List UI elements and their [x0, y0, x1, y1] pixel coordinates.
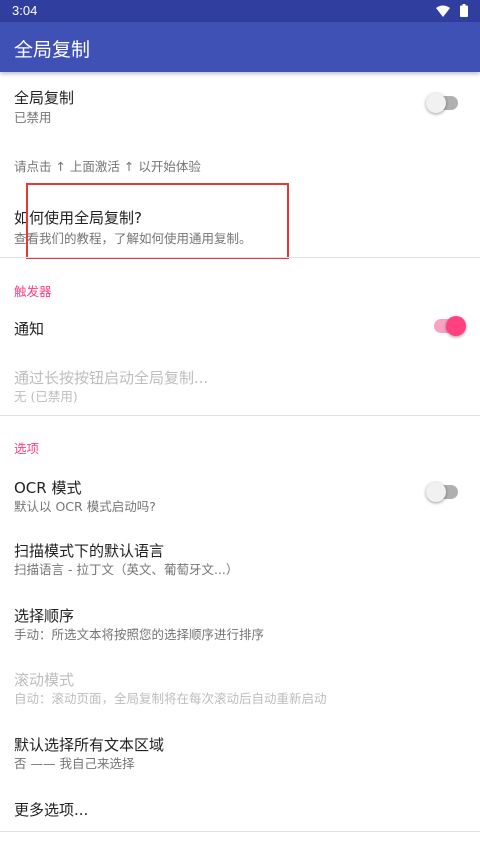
ocr-mode-title: OCR 模式: [14, 479, 82, 497]
app-bar: 全局复制: [0, 22, 480, 72]
divider: [0, 257, 480, 258]
global-copy-title: 全局复制: [14, 89, 75, 107]
options-header: 选项: [14, 441, 40, 456]
scroll-mode-summary: 自动：滚动页面，全局复制将在每次滚动后自动重新启动: [14, 691, 327, 706]
long-press-title: 通过长按按钮启动全局复制...: [14, 369, 209, 387]
status-icons: [436, 4, 468, 21]
wifi-icon: [436, 5, 450, 21]
selection-order-title: 选择顺序: [14, 607, 75, 625]
notification-row[interactable]: 通知: [0, 302, 480, 352]
ocr-mode-row[interactable]: OCR 模式 默认以 OCR 模式启动吗?: [0, 464, 480, 524]
selection-order-row[interactable]: 选择顺序 手动：所选文本将按照您的选择顺序进行排序: [0, 592, 480, 652]
divider: [0, 415, 480, 416]
highlight-box: [26, 183, 289, 259]
global-copy-row[interactable]: 全局复制 已禁用: [0, 72, 480, 134]
triggers-header: 触发器: [14, 284, 52, 299]
status-time: 3:04: [12, 3, 38, 18]
switch-thumb: [426, 93, 446, 113]
ocr-mode-switch[interactable]: [426, 482, 460, 502]
divider: [0, 831, 480, 832]
scan-language-title: 扫描模式下的默认语言: [14, 542, 165, 560]
select-all-title: 默认选择所有文本区域: [14, 736, 165, 754]
scan-language-row[interactable]: 扫描模式下的默认语言 扫描语言 - 拉丁文（英文、葡萄牙文...）: [0, 527, 480, 587]
scroll-mode-title: 滚动模式: [14, 671, 75, 689]
global-copy-summary: 已禁用: [14, 110, 52, 125]
select-all-row[interactable]: 默认选择所有文本区域 否 —— 我自己来选择: [0, 721, 480, 781]
select-all-summary: 否 —— 我自己来选择: [14, 756, 135, 771]
notification-switch[interactable]: [432, 316, 466, 336]
scan-language-summary: 扫描语言 - 拉丁文（英文、葡萄牙文...）: [14, 562, 239, 577]
switch-thumb: [426, 482, 446, 502]
ocr-mode-summary: 默认以 OCR 模式启动吗?: [14, 499, 156, 514]
selection-order-summary: 手动：所选文本将按照您的选择顺序进行排序: [14, 627, 265, 642]
more-options-title: 更多选项...: [14, 801, 89, 819]
app-title: 全局复制: [14, 39, 91, 61]
status-bar: 3:04: [0, 0, 480, 22]
long-press-row[interactable]: 通过长按按钮启动全局复制... 无 (已禁用): [0, 352, 480, 412]
switch-thumb: [446, 316, 466, 336]
activation-hint: 请点击 ↑ 上面激活 ↑ 以开始体验: [14, 159, 201, 174]
notification-title: 通知: [14, 320, 45, 338]
more-options-row[interactable]: 更多选项...: [0, 784, 480, 830]
battery-icon: [460, 4, 468, 21]
long-press-summary: 无 (已禁用): [14, 389, 78, 404]
scroll-mode-row[interactable]: 滚动模式 自动：滚动页面，全局复制将在每次滚动后自动重新启动: [0, 656, 480, 716]
global-copy-switch[interactable]: [426, 93, 460, 113]
